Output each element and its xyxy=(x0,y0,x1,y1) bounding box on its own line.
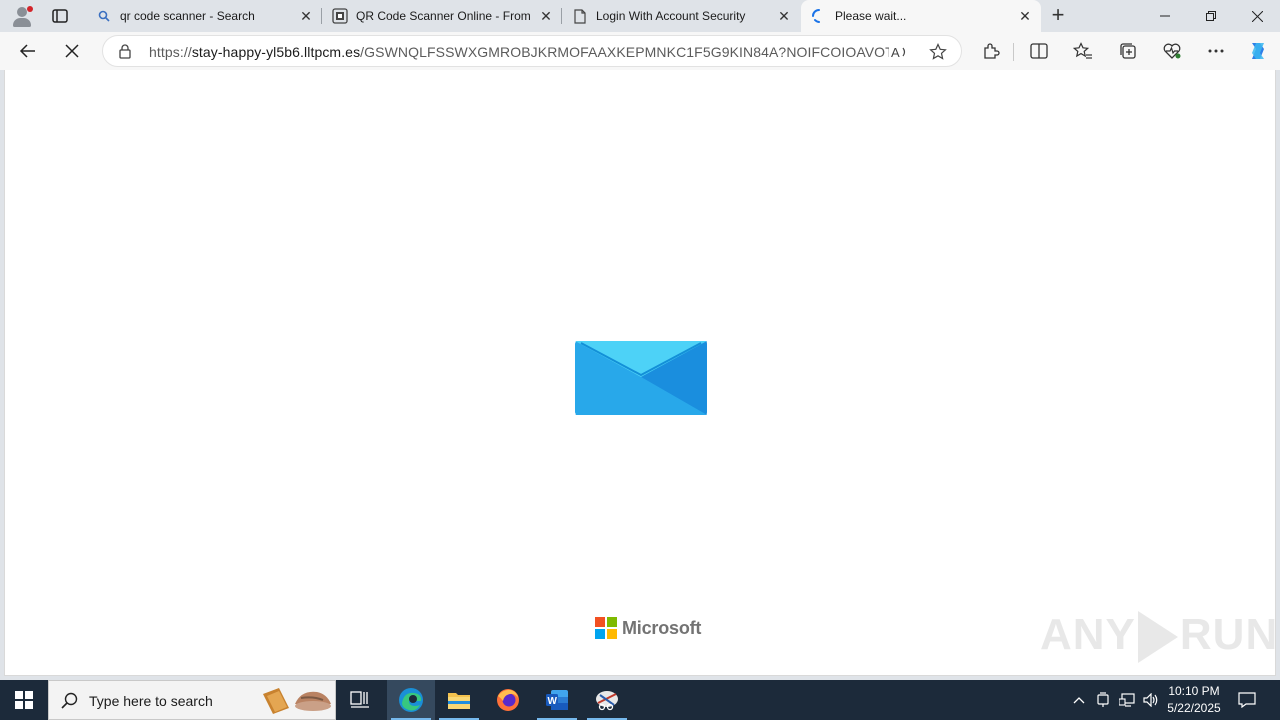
anyrun-watermark: ANY RUN xyxy=(1040,610,1278,664)
svg-text:W: W xyxy=(548,696,558,707)
notification-center-button[interactable] xyxy=(1232,680,1262,720)
copilot-icon[interactable] xyxy=(1244,37,1272,65)
tab-title: Login With Account Security xyxy=(596,9,746,23)
taskbar-edge[interactable] xyxy=(387,680,435,720)
address-bar[interactable]: https://stay-happy-yl5b6.lltpcm.es/GSWNQ… xyxy=(102,35,962,67)
favorite-star-icon[interactable] xyxy=(927,41,949,63)
close-tab-icon[interactable]: ✕ xyxy=(1017,8,1033,24)
tab-search[interactable]: qr code scanner - Search ✕ xyxy=(86,0,322,32)
url-text[interactable]: https://stay-happy-yl5b6.lltpcm.es/GSWNQ… xyxy=(149,44,889,60)
task-view-button[interactable] xyxy=(336,680,384,720)
microsoft-logo-icon xyxy=(595,617,617,639)
taskbar-firefox[interactable] xyxy=(484,680,532,720)
microsoft-logo: Microsoft xyxy=(595,617,701,639)
tab-title: Please wait... xyxy=(835,9,907,23)
more-options-icon[interactable] xyxy=(1202,37,1230,65)
network-icon[interactable] xyxy=(1116,680,1138,720)
windows-logo-icon xyxy=(15,691,33,709)
split-screen-icon[interactable] xyxy=(1025,37,1053,65)
clock-time: 10:10 PM xyxy=(1168,684,1220,698)
close-tab-icon[interactable]: ✕ xyxy=(776,8,792,24)
taskbar-search-box[interactable]: Type here to search xyxy=(48,680,336,720)
svg-text:A: A xyxy=(891,45,900,60)
windows-taskbar: Type here to search W 10:10 PM 5/22/2025 xyxy=(0,680,1280,720)
minimize-button[interactable] xyxy=(1142,0,1188,32)
taskbar-word[interactable]: W xyxy=(533,680,581,720)
document-icon xyxy=(572,8,588,24)
search-placeholder: Type here to search xyxy=(89,693,213,709)
word-icon: W xyxy=(546,690,568,710)
tray-device-icon[interactable] xyxy=(1092,680,1114,720)
brand-name: Microsoft xyxy=(622,617,702,638)
browser-essentials-icon[interactable] xyxy=(1158,37,1186,65)
taskbar-snipping-tool[interactable] xyxy=(583,680,631,720)
taskbar-file-explorer[interactable] xyxy=(435,680,483,720)
loading-spinner-icon xyxy=(811,8,827,24)
task-view-icon xyxy=(350,691,369,708)
restore-button[interactable] xyxy=(1188,0,1234,32)
system-clock[interactable]: 10:10 PM 5/22/2025 xyxy=(1160,683,1228,717)
volume-icon[interactable] xyxy=(1140,680,1162,720)
tab-login-security[interactable]: Login With Account Security ✕ xyxy=(562,0,800,32)
folder-icon xyxy=(448,693,470,709)
tab-title: qr code scanner - Search xyxy=(120,9,255,23)
lock-icon[interactable] xyxy=(117,43,133,59)
chevron-up-icon xyxy=(1073,697,1085,704)
page-content: Microsoft ANY RUN xyxy=(4,70,1278,676)
favorites-icon[interactable] xyxy=(1069,37,1097,65)
tab-actions-icon[interactable] xyxy=(48,4,72,28)
snipping-tool-icon xyxy=(596,691,618,711)
tab-title: QR Code Scanner Online - From Image xyxy=(356,9,530,23)
tab-qr-scanner[interactable]: QR Code Scanner Online - From Image ✕ xyxy=(322,0,562,32)
close-tab-icon[interactable]: ✕ xyxy=(298,8,314,24)
stop-loading-button[interactable] xyxy=(58,37,86,65)
qr-scanner-favicon xyxy=(332,8,348,24)
search-icon xyxy=(96,8,112,24)
show-hidden-icons-button[interactable] xyxy=(1068,680,1090,720)
search-highlight-illustration-icon xyxy=(261,686,333,716)
edge-icon xyxy=(399,688,423,712)
read-aloud-icon[interactable]: A xyxy=(889,41,911,63)
start-button[interactable] xyxy=(0,680,48,720)
collections-icon[interactable] xyxy=(1114,37,1142,65)
notification-icon xyxy=(1238,692,1256,708)
firefox-icon xyxy=(497,689,519,711)
clock-date: 5/22/2025 xyxy=(1167,701,1221,715)
envelope-icon xyxy=(575,341,707,415)
browser-toolbar: https://stay-happy-yl5b6.lltpcm.es/GSWNQ… xyxy=(0,32,1280,70)
profile-avatar-icon[interactable] xyxy=(10,4,34,28)
notification-dot xyxy=(27,6,33,12)
extensions-icon[interactable] xyxy=(977,37,1005,65)
close-tab-icon[interactable]: ✕ xyxy=(538,8,554,24)
search-icon xyxy=(61,692,79,710)
close-window-button[interactable] xyxy=(1234,0,1280,32)
tab-please-wait[interactable]: Please wait... ✕ xyxy=(801,0,1041,32)
new-tab-button[interactable]: + xyxy=(1046,4,1070,28)
tab-strip: qr code scanner - Search ✕ QR Code Scann… xyxy=(0,0,1280,32)
back-button[interactable] xyxy=(14,37,42,65)
